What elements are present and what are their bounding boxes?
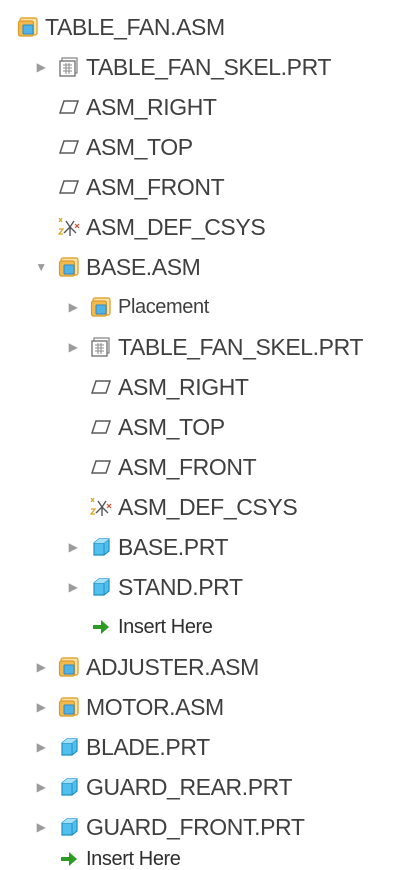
tree-node-motor-asm[interactable]: ▶ MOTOR.ASM: [32, 687, 225, 727]
skeleton-icon: [58, 56, 80, 78]
tree-node-label: ASM_TOP: [118, 413, 225, 440]
tree-node-label: ASM_FRONT: [86, 173, 225, 200]
tree-node-insert-here[interactable]: Insert Here: [32, 839, 181, 870]
expand-arrow-icon[interactable]: ▶: [64, 576, 82, 598]
tree-node-blade-prt[interactable]: ▶ BLADE.PRT: [32, 727, 211, 767]
expand-arrow-icon[interactable]: ▶: [64, 336, 82, 358]
part-icon: [58, 776, 80, 798]
csys-icon: [90, 496, 112, 518]
tree-node-asm-def-csys[interactable]: ASM_DEF_CSYS: [32, 207, 266, 247]
placement-icon: [90, 296, 112, 318]
tree-node-base-asm[interactable]: ▼ BASE.ASM: [32, 247, 201, 287]
tree-node-guard-rear-prt[interactable]: ▶ GUARD_REAR.PRT: [32, 767, 293, 807]
tree-node-label: ASM_RIGHT: [118, 373, 249, 400]
insert-arrow-icon: [90, 616, 112, 638]
tree-node-label: ASM_DEF_CSYS: [118, 493, 298, 520]
tree-node-asm-top[interactable]: ASM_TOP: [32, 127, 193, 167]
tree-node-table-fan-skel[interactable]: ▶ TABLE_FAN_SKEL.PRT: [32, 47, 332, 87]
tree-node-base-asm-def-csys[interactable]: ASM_DEF_CSYS: [64, 487, 298, 527]
expand-arrow-icon[interactable]: ▶: [32, 776, 50, 798]
tree-node-adjuster-asm[interactable]: ▶ ADJUSTER.ASM: [32, 647, 260, 687]
part-icon: [90, 536, 112, 558]
datum-plane-icon: [58, 176, 80, 198]
skeleton-icon: [90, 336, 112, 358]
tree-node-label: Insert Here: [86, 848, 181, 870]
datum-plane-icon: [90, 376, 112, 398]
tree-node-insert-here[interactable]: Insert Here: [64, 607, 213, 647]
tree-node-label: ASM_RIGHT: [86, 93, 217, 120]
insert-arrow-icon: [58, 848, 80, 870]
tree-node-base-asm-front[interactable]: ASM_FRONT: [64, 447, 257, 487]
part-icon: [90, 576, 112, 598]
tree-node-stand-prt[interactable]: ▶ STAND.PRT: [64, 567, 243, 607]
tree-node-label: ASM_FRONT: [118, 453, 257, 480]
tree-node-label: BASE.ASM: [86, 253, 201, 280]
tree-node-base-prt[interactable]: ▶ BASE.PRT: [64, 527, 229, 567]
assembly-icon: [17, 16, 39, 38]
assembly-icon: [58, 256, 80, 278]
tree-node-label: ADJUSTER.ASM: [86, 653, 259, 680]
tree-node-label: TABLE_FAN.ASM: [45, 13, 225, 40]
expand-arrow-icon[interactable]: ▶: [64, 536, 82, 558]
assembly-icon: [58, 696, 80, 718]
expand-arrow-icon[interactable]: ▶: [32, 736, 50, 758]
tree-node-base-asm-right[interactable]: ASM_RIGHT: [64, 367, 249, 407]
tree-node-label: TABLE_FAN_SKEL.PRT: [118, 333, 364, 360]
tree-node-placement[interactable]: ▶ Placement: [64, 287, 210, 327]
tree-node-label: TABLE_FAN_SKEL.PRT: [86, 53, 332, 80]
datum-plane-icon: [90, 456, 112, 478]
csys-icon: [58, 216, 80, 238]
expand-arrow-icon[interactable]: ▶: [32, 816, 50, 838]
tree-node-label: ASM_TOP: [86, 133, 193, 160]
tree-node-label: BLADE.PRT: [86, 733, 210, 760]
part-icon: [58, 736, 80, 758]
tree-node-label: BASE.PRT: [118, 533, 229, 560]
tree-node-asm-front[interactable]: ASM_FRONT: [32, 167, 225, 207]
tree-node-label: MOTOR.ASM: [86, 693, 224, 720]
expand-arrow-icon[interactable]: ▶: [32, 656, 50, 678]
tree-node-base-table-fan-skel[interactable]: ▶ TABLE_FAN_SKEL.PRT: [64, 327, 364, 367]
expand-arrow-icon[interactable]: ▶: [64, 296, 82, 318]
tree-node-label: STAND.PRT: [118, 573, 243, 600]
assembly-icon: [58, 656, 80, 678]
datum-plane-icon: [90, 416, 112, 438]
tree-node-label: GUARD_FRONT.PRT: [86, 813, 305, 840]
part-icon: [58, 816, 80, 838]
datum-plane-icon: [58, 96, 80, 118]
tree-node-base-asm-top[interactable]: ASM_TOP: [64, 407, 225, 447]
tree-node-label: Placement: [118, 296, 209, 318]
expand-arrow-icon[interactable]: ▶: [32, 696, 50, 718]
tree-node-label: GUARD_REAR.PRT: [86, 773, 293, 800]
tree-node-label: ASM_DEF_CSYS: [86, 213, 266, 240]
tree-node-table-fan-asm[interactable]: TABLE_FAN.ASM: [17, 7, 225, 47]
tree-node-label: Insert Here: [118, 616, 213, 638]
expand-arrow-icon[interactable]: ▶: [32, 56, 50, 78]
collapse-arrow-icon[interactable]: ▼: [32, 256, 50, 278]
datum-plane-icon: [58, 136, 80, 158]
tree-node-asm-right[interactable]: ASM_RIGHT: [32, 87, 217, 127]
